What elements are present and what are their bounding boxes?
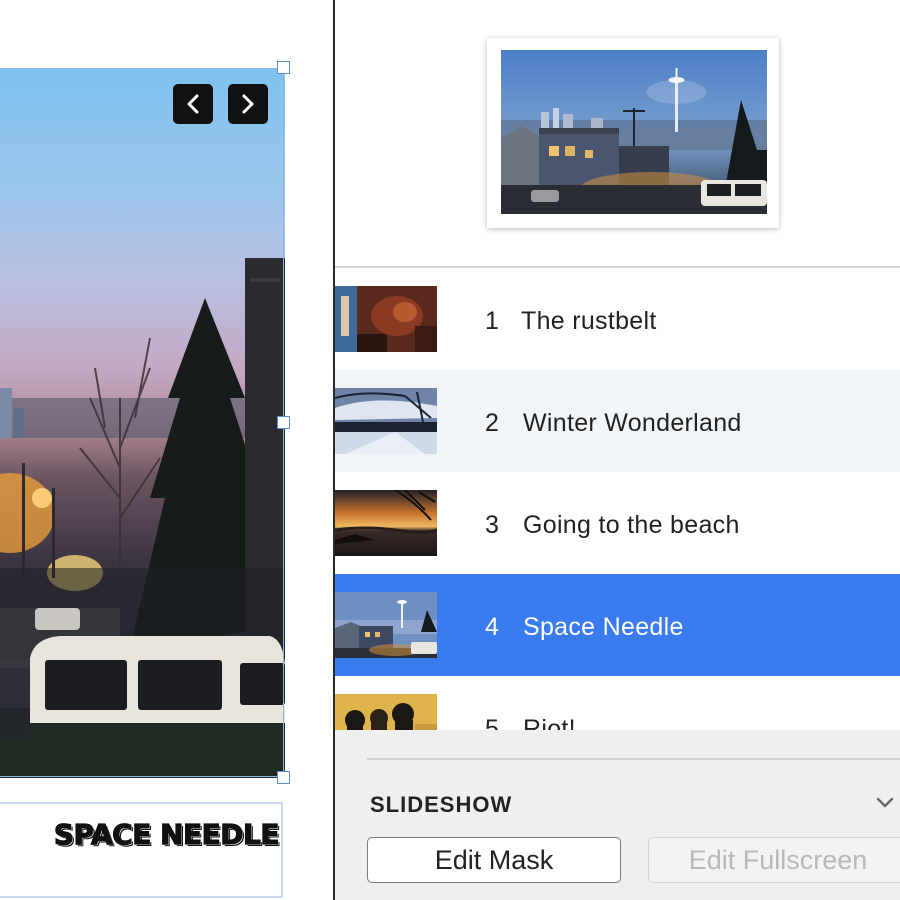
slide-thumbnail	[335, 592, 437, 658]
slide-title: Riot!	[523, 715, 576, 730]
slide-thumbnail	[335, 388, 437, 454]
slideshow-settings: SLIDESHOW Edit Mask Edit Fullscreen	[335, 730, 900, 900]
slide-row-4[interactable]: 4 Space Needle	[335, 574, 900, 676]
slide-number: 3	[485, 511, 499, 539]
slide-photo-art	[0, 258, 285, 778]
slide-row-1[interactable]: 1 The rustbelt	[335, 268, 900, 370]
slide-number: 2	[485, 409, 499, 437]
slide-thumbnail	[335, 694, 437, 730]
slide-number: 5	[485, 715, 499, 730]
resize-handle-right[interactable]	[277, 416, 290, 429]
slide-preview-image	[501, 50, 767, 214]
slide-title: The rustbelt	[521, 307, 657, 335]
resize-handle-bottom-right[interactable]	[277, 771, 290, 784]
chevron-right-icon	[242, 94, 254, 114]
settings-separator	[367, 758, 900, 760]
slide-list: 1 The rustbelt 2 Winter Wonderland 3 Goi…	[335, 268, 900, 730]
slide-thumbnail	[335, 490, 437, 556]
resize-handle-top-right[interactable]	[277, 61, 290, 74]
slide-photo[interactable]	[0, 68, 285, 778]
slide-title: Going to the beach	[523, 511, 740, 539]
slide-preview-card	[487, 38, 779, 228]
previous-slide-button[interactable]	[173, 84, 213, 124]
slide-title: Space Needle	[523, 613, 684, 641]
slide-number: 1	[485, 307, 499, 335]
caption-box[interactable]: Space Needle	[0, 802, 283, 898]
edit-mask-button[interactable]: Edit Mask	[367, 837, 621, 883]
slideshow-panel: 1 The rustbelt 2 Winter Wonderland 3 Goi…	[335, 0, 900, 900]
slide-thumbnail	[335, 286, 437, 352]
chevron-down-icon[interactable]	[875, 796, 895, 810]
slide-row-5[interactable]: 5 Riot!	[335, 676, 900, 730]
next-slide-button[interactable]	[228, 84, 268, 124]
section-title[interactable]: SLIDESHOW	[370, 792, 512, 818]
slide-row-2[interactable]: 2 Winter Wonderland	[335, 370, 900, 472]
slide-row-3[interactable]: 3 Going to the beach	[335, 472, 900, 574]
slide-canvas: Space Needle	[0, 0, 333, 900]
slide-title: Winter Wonderland	[523, 409, 742, 437]
slide-number: 4	[485, 613, 499, 641]
slide-caption: Space Needle	[53, 817, 280, 851]
edit-fullscreen-button[interactable]: Edit Fullscreen	[648, 837, 900, 883]
chevron-left-icon	[187, 94, 199, 114]
